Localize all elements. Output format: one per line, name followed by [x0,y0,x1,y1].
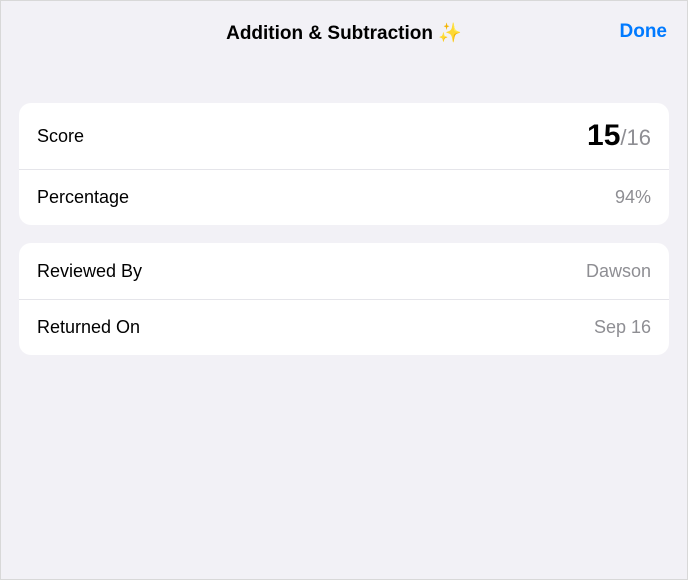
reviewed-by-label: Reviewed By [37,261,142,282]
score-row: Score 15/16 [19,103,669,169]
percentage-value: 94% [615,187,651,208]
score-label: Score [37,126,84,147]
returned-on-label: Returned On [37,317,140,338]
reviewed-by-value: Dawson [586,261,651,282]
percentage-row: Percentage 94% [19,169,669,225]
score-value: 15/16 [587,119,651,153]
reviewed-by-row: Reviewed By Dawson [19,243,669,299]
score-section: Score 15/16 Percentage 94% [19,103,669,225]
app-window: Addition & Subtraction ✨ Done Score 15/1… [0,0,688,580]
returned-on-value: Sep 16 [594,317,651,338]
score-total: 16 [627,125,651,151]
header: Addition & Subtraction ✨ Done [1,1,687,63]
percentage-label: Percentage [37,187,129,208]
page-title: Addition & Subtraction ✨ [226,21,462,45]
done-button[interactable]: Done [620,21,668,43]
score-earned: 15 [587,119,620,153]
review-section: Reviewed By Dawson Returned On Sep 16 [19,243,669,355]
returned-on-row: Returned On Sep 16 [19,299,669,355]
